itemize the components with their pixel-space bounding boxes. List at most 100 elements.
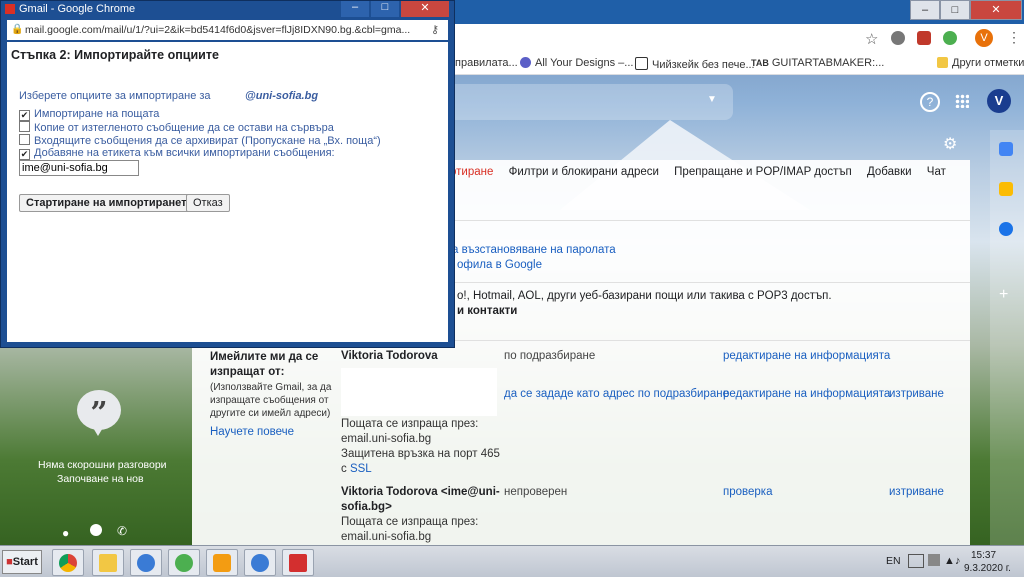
keyboard-icon[interactable]	[908, 554, 924, 568]
tab-forwarding[interactable]: Препращане и POP/IMAP достъп	[674, 166, 852, 178]
learn-more-link[interactable]: Научете повече	[210, 426, 294, 438]
bookmark-item[interactable]: правилата...	[455, 57, 518, 69]
chat-icon[interactable]	[90, 524, 102, 536]
import-account: @uni-sofia.bg	[245, 90, 319, 102]
make-default-link[interactable]: да се зададе като адрес по подразбиране	[504, 388, 729, 400]
send-as-heading: Имейлите ми да се изпращат от:	[210, 351, 319, 378]
tasks-icon[interactable]	[999, 222, 1013, 236]
system-tray: EN ▲ ♪ 15:37 9.3.2020 г.	[876, 550, 1024, 574]
page-icon	[635, 57, 648, 70]
calendar-icon[interactable]	[999, 142, 1013, 156]
search-options-icon[interactable]: ▼	[707, 94, 717, 105]
hangouts-quote-icon: ”	[77, 390, 121, 431]
add-addon-icon[interactable]: +	[999, 286, 1008, 304]
address-bar[interactable]: ☆ V ⋮	[455, 24, 1024, 55]
option-keep-copy[interactable]: Копие от изтегленото съобщение да се ост…	[19, 121, 334, 134]
keep-icon[interactable]	[999, 182, 1013, 196]
acrobat-icon	[289, 554, 307, 572]
help-icon[interactable]: ?	[920, 92, 940, 112]
start-new-chat-link[interactable]: Започване на нов	[57, 473, 144, 485]
password-recovery-link[interactable]: а възстановяване на паролата	[452, 244, 616, 256]
profile-avatar[interactable]: V	[975, 29, 993, 47]
checkbox-checked[interactable]: ✔	[19, 149, 30, 160]
popup-url-bar[interactable]: 🔒 mail.google.com/mail/u/1/?ui=2&ik=bd54…	[7, 20, 448, 40]
label-input[interactable]	[19, 160, 139, 176]
volume-icon[interactable]: ♪	[955, 555, 961, 567]
bookmarks-bar: правилата... All Your Designs –... Чийзк…	[455, 54, 1024, 75]
gear-icon[interactable]: ⚙	[943, 134, 957, 154]
language-indicator[interactable]: EN	[886, 555, 901, 567]
bookmark-item[interactable]: TAB GUITARTABMAKER:...	[751, 57, 884, 69]
key-icon[interactable]: ⚷	[431, 23, 439, 36]
checkbox[interactable]	[19, 134, 30, 145]
media-player-icon	[213, 554, 231, 572]
network-icon[interactable]	[928, 554, 940, 566]
option-add-label[interactable]: ✔ Добавяне на етикета към всички импортир…	[19, 147, 335, 160]
tab-filters[interactable]: Филтри и блокирани адреси	[509, 166, 659, 178]
smtp-server: email.uni-sofia.bg	[341, 531, 432, 543]
taskbar-chrome[interactable]	[52, 549, 84, 576]
secure-connection: Защитена връзка на порт 465	[341, 448, 500, 460]
menu-icon[interactable]: ⋮	[1007, 29, 1021, 46]
sent-via-label: Пощата се изпраща през:	[341, 418, 479, 430]
verify-link[interactable]: проверка	[723, 486, 772, 498]
bookmark-item[interactable]: Чийзкейк без пече...	[635, 57, 755, 71]
maximize-button[interactable]: □	[940, 0, 970, 20]
extension-icon[interactable]	[891, 31, 905, 45]
other-bookmarks[interactable]: Други отметки	[937, 57, 1024, 69]
bookmark-item[interactable]: All Your Designs –...	[520, 57, 633, 69]
edit-info-link[interactable]: редактиране на информацията	[723, 350, 890, 362]
search-bar[interactable]: ▼	[455, 84, 733, 120]
taskbar-app[interactable]	[130, 549, 162, 576]
send-as-subtext: (Използвайте Gmail, за да изпращате съоб…	[210, 382, 332, 419]
smtp-server: email.uni-sofia.bg	[341, 433, 432, 445]
tab-addons[interactable]: Добавки	[867, 166, 912, 178]
checkbox-checked[interactable]: ✔	[19, 110, 30, 121]
popup-maximize-button[interactable]: □	[371, 1, 399, 17]
tab-chat[interactable]: Чат	[927, 166, 946, 178]
account-avatar[interactable]: V	[987, 89, 1011, 113]
google-profile-link[interactable]: офила в Google	[457, 259, 542, 271]
taskbar-explorer[interactable]	[92, 549, 124, 576]
close-button[interactable]: ✕	[970, 0, 1022, 20]
tray-expand-icon[interactable]: ▲	[944, 555, 955, 567]
taskbar-app[interactable]	[244, 549, 276, 576]
phone-icon[interactable]: ✆	[117, 524, 127, 538]
cancel-button[interactable]: Отказ	[186, 194, 230, 212]
apps-grid-icon[interactable]	[955, 94, 969, 108]
contacts-icon[interactable]: ●	[62, 526, 69, 540]
tab-accounts[interactable]: ртиране	[450, 166, 493, 178]
taskbar-utorrent[interactable]	[168, 549, 200, 576]
taskbar: ■Start EN ▲ ♪ 15:37 9.3.2020 г.	[0, 545, 1024, 577]
option-archive[interactable]: Входящите съобщения да се архивират (Про…	[19, 134, 381, 147]
ssl-link[interactable]: SSL	[350, 463, 372, 475]
adblock-icon[interactable]	[917, 31, 931, 45]
taskbar-acrobat[interactable]	[282, 549, 314, 576]
checkbox[interactable]	[19, 121, 30, 132]
option-import-mail[interactable]: ✔ Импортиране на пощата	[19, 108, 159, 121]
chrome-icon	[59, 554, 77, 572]
minimize-button[interactable]: –	[910, 0, 940, 20]
lock-icon: 🔒	[11, 24, 24, 35]
start-import-button[interactable]: Стартиране на импортирането	[19, 194, 201, 212]
kaspersky-icon	[137, 554, 155, 572]
import-description: o!, Hotmail, AOL, други уеб-базирани пощ…	[457, 290, 832, 302]
edit-info-link[interactable]: редактиране на информацията	[723, 388, 890, 400]
popup-heading: Стъпка 2: Импортирайте опциите	[11, 48, 219, 62]
unverified-status: непроверен	[504, 486, 568, 498]
popup-close-button[interactable]: ✕	[401, 1, 449, 17]
extension-icon[interactable]	[943, 31, 957, 45]
hangouts-quote-tail	[92, 426, 104, 436]
popup-title: Gmail - Google Chrome	[19, 3, 136, 15]
sender-name-unverified: Viktoria Todorova <ime@uni-	[341, 486, 500, 498]
clock-time[interactable]: 15:37	[971, 550, 996, 561]
popup-body: Стъпка 2: Импортирайте опциите Изберете …	[7, 42, 448, 342]
star-icon[interactable]: ☆	[865, 30, 878, 48]
delete-link[interactable]: изтриване	[889, 486, 944, 498]
taskbar-media[interactable]	[206, 549, 238, 576]
clock-date[interactable]: 9.3.2020 г.	[964, 563, 1011, 574]
delete-link[interactable]: изтриване	[889, 388, 944, 400]
start-button[interactable]: ■Start	[2, 550, 42, 574]
popup-minimize-button[interactable]: –	[341, 1, 369, 17]
tab-badge: TAB	[751, 58, 769, 68]
